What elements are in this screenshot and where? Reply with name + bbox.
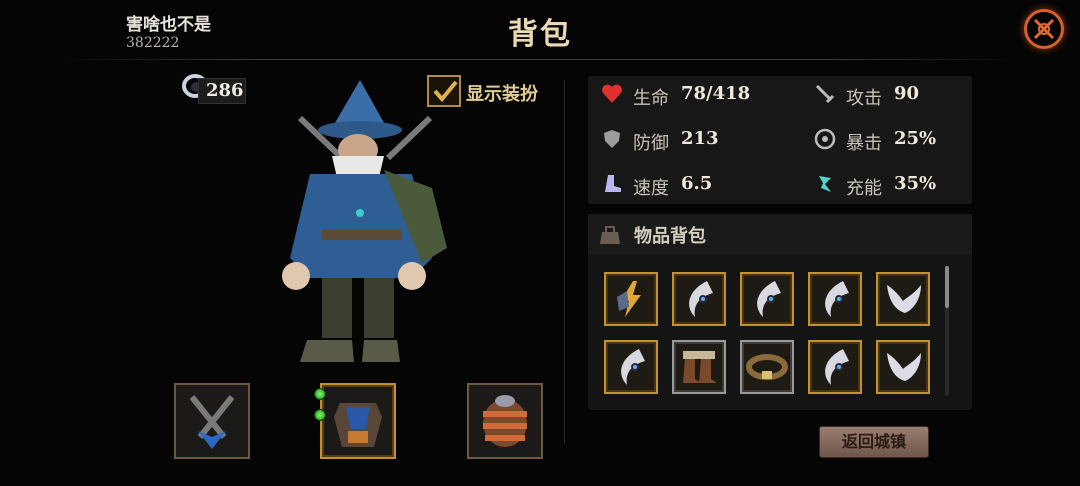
header-divider [60,59,1020,60]
claw-blade-icon [621,349,645,385]
claw-blade-icon [825,281,849,317]
bag-item-8[interactable] [740,340,794,394]
shield-icon [604,130,620,148]
bag-item-2[interactable] [672,272,726,326]
bag-item-5[interactable] [876,272,930,326]
boots-icon [683,351,717,383]
bag-item-1[interactable] [604,272,658,326]
equip-slot-armor[interactable] [320,383,396,459]
currency-amount: 286 [198,78,246,104]
bag-header: 物品背包 [588,214,972,254]
close-button[interactable] [1024,9,1064,49]
fang-icon [887,285,921,313]
claw-blade-icon [825,349,849,385]
boot-icon [605,175,621,192]
stat-value: 6.5 [681,173,713,194]
charge-icon [819,176,831,192]
stat-label: 充能 [846,178,882,199]
stat-label: 攻击 [846,88,882,109]
bag-item-4[interactable] [808,272,862,326]
stat-label: 暴击 [846,133,882,154]
gem-slot-2 [314,409,326,421]
bag-item-10[interactable] [876,340,930,394]
stat-value: 25% [894,128,937,149]
stat-value: 78/418 [681,83,751,104]
bag-item-9[interactable] [808,340,862,394]
stat-label: 防御 [633,133,669,154]
stats-panel: 生命 78/418 攻击 90 防御 213 暴击 25% 速度 6.5 充能 … [588,76,972,204]
item-bag-panel: 物品背包 [588,214,972,410]
page-title: 背包 [508,17,572,52]
costume-label[interactable]: 显示装扮 [466,80,538,106]
bag-scroll-thumb[interactable] [945,266,949,308]
panel-divider [564,80,565,444]
bag-item-6[interactable] [604,340,658,394]
equip-slot-helmet[interactable] [467,383,543,459]
sword-icon [815,84,835,104]
stat-value: 213 [681,128,719,149]
heart-icon [602,84,622,103]
claw-blade-icon [757,281,781,317]
armor-icon [334,403,382,447]
return-town-button[interactable]: 返回城镇 [819,426,929,458]
bag-icon [600,226,620,244]
bag-item-3[interactable] [740,272,794,326]
lightning-gauntlet-icon [617,281,641,317]
helmet-icon [483,395,527,447]
crit-icon [814,128,836,150]
stat-label: 生命 [633,88,669,109]
wizard-character [282,80,447,362]
fang-icon [887,353,921,381]
stat-value: 35% [894,173,937,194]
close-icon [1033,18,1055,40]
stat-label: 速度 [633,178,669,199]
stat-value: 90 [894,83,920,104]
crossed-swords-icon [189,395,235,449]
equip-slot-weapon[interactable] [174,383,250,459]
bag-title: 物品背包 [634,226,706,247]
belt-icon [746,354,788,380]
bag-item-7[interactable] [672,340,726,394]
claw-blade-icon [689,281,713,317]
gem-slot-1 [314,388,326,400]
